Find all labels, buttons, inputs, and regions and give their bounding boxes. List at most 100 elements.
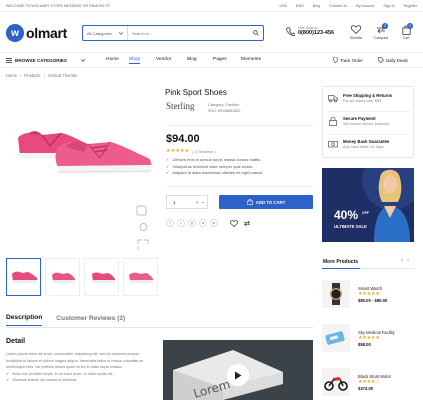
- compare-label: Compare: [373, 36, 389, 40]
- compare-link[interactable]: 0 Compare: [370, 23, 392, 40]
- linkedin-icon[interactable]: in: [210, 219, 218, 227]
- nav-blog[interactable]: Blog: [187, 57, 197, 62]
- category-label: Category:: [208, 103, 225, 107]
- motorbike-image: [324, 377, 348, 391]
- truck-icon: [328, 95, 338, 103]
- nav-pages[interactable]: Pages: [213, 57, 227, 62]
- top-link-account[interactable]: My Account: [356, 4, 375, 8]
- service-title: Free Shipping & Returns: [343, 93, 393, 98]
- cart-count-badge: 0: [407, 23, 413, 29]
- nav-elements[interactable]: Elements: [241, 57, 261, 62]
- thumbnail-4[interactable]: [123, 258, 158, 296]
- breadcrumb-separator: ›: [19, 73, 22, 78]
- category-link[interactable]: Fashion: [226, 103, 240, 107]
- track-order-link[interactable]: Track Order: [333, 57, 363, 63]
- cart-link[interactable]: 0 Cart: [395, 23, 417, 40]
- product-name[interactable]: Smart Watch: [358, 286, 387, 291]
- money-icon: [328, 141, 338, 148]
- daily-deals-link[interactable]: Daily Deals: [378, 57, 408, 63]
- twitter-icon[interactable]: t: [177, 219, 185, 227]
- compare-icon[interactable]: [243, 220, 251, 227]
- quantity-stepper[interactable]: 1 + −: [166, 195, 208, 209]
- product-thumb: [322, 324, 350, 352]
- logo-mark: w: [6, 24, 24, 42]
- thumbnail-3[interactable]: [84, 258, 119, 296]
- search-input[interactable]: [128, 26, 249, 40]
- thumbnail-1[interactable]: [6, 258, 41, 296]
- logo-text: olmart: [26, 25, 67, 41]
- chevron-left-icon[interactable]: ‹: [401, 258, 403, 264]
- more-product-item[interactable]: Sky Medical Facility ★★★★★ $58.00: [322, 324, 414, 352]
- add-to-cart-button[interactable]: ADD TO CART: [219, 195, 313, 209]
- brand-logo[interactable]: Sterling: [166, 101, 195, 111]
- thumbnail-2[interactable]: [45, 258, 80, 296]
- product-title: Pink Sport Shoes: [165, 88, 227, 97]
- check-icon: ✓: [166, 157, 170, 162]
- language-select[interactable]: ENG: [296, 4, 304, 8]
- cart-label: Cart: [402, 36, 410, 40]
- lock-icon: [329, 116, 337, 126]
- search-button[interactable]: [249, 26, 263, 40]
- quantity-decrease-button[interactable]: −: [201, 200, 207, 205]
- top-link-blog[interactable]: Blog: [313, 4, 320, 8]
- wishlist-link[interactable]: Wishlist: [345, 25, 367, 40]
- sku-value: MS46891302: [217, 109, 241, 113]
- chevron-right-icon[interactable]: ›: [407, 258, 409, 264]
- breadcrumb-current: Vertical Thumbs: [47, 73, 78, 78]
- divider: [6, 327, 313, 328]
- breadcrumb-home[interactable]: Home: [6, 73, 17, 78]
- play-button[interactable]: [227, 364, 249, 386]
- site-logo[interactable]: w olmart: [6, 22, 67, 44]
- browse-categories-button[interactable]: BROWSE CATEGORIES: [6, 52, 85, 68]
- more-product-item[interactable]: Smart Watch ★★★★★ $80.00 - $90.00: [322, 280, 414, 308]
- bag-icon: [246, 199, 253, 205]
- promo-banner[interactable]: 40% OFF ULTIMATE SALE: [322, 168, 414, 242]
- tab-description[interactable]: Description: [6, 314, 43, 326]
- detail-bullet: Nunc nec porttitor turpis. In eu risus e…: [12, 371, 114, 376]
- product-video[interactable]: Lorem: [163, 340, 313, 400]
- quantity-value: 1: [173, 199, 176, 205]
- shoe-thumb-image: [91, 272, 115, 283]
- pinterest-icon[interactable]: p: [188, 219, 196, 227]
- check-icon: ✓: [6, 378, 10, 382]
- reviews-link[interactable]: ( 3 Reviews ): [192, 149, 215, 154]
- promo-label: ULTIMATE SALE: [334, 224, 367, 229]
- whatsapp-icon[interactable]: w: [199, 219, 207, 227]
- breadcrumb-products[interactable]: Products: [24, 73, 40, 78]
- more-product-item[interactable]: Black Stunt Motor ★★★★☆ $374.00: [322, 368, 414, 396]
- shoe-thumb-image: [51, 272, 75, 283]
- check-icon: ✓: [166, 163, 170, 169]
- tab-reviews[interactable]: Customer Reviews (3): [56, 315, 125, 326]
- search-bar: All Categories: [82, 25, 264, 41]
- top-link-register[interactable]: Register: [404, 4, 417, 8]
- nav-shop[interactable]: Shop: [129, 57, 141, 64]
- product-name[interactable]: Black Stunt Motor: [358, 374, 391, 379]
- top-bar: WELCOME TO WOLMART STORE MESSAGE OR REMO…: [0, 0, 423, 12]
- rating-stars: ★★★★★: [166, 148, 190, 154]
- category-select[interactable]: All Categories: [83, 26, 128, 40]
- shoe-thumb-image: [128, 272, 153, 283]
- currency-select[interactable]: USD: [279, 4, 287, 8]
- facebook-icon[interactable]: f: [166, 219, 174, 227]
- heart-icon[interactable]: [230, 219, 238, 227]
- breadcrumb-separator: ›: [43, 73, 45, 78]
- product-main-image[interactable]: [6, 86, 156, 252]
- service-subtitle: We ensure secure payment: [343, 122, 390, 126]
- compare-count-badge: 0: [382, 23, 388, 29]
- product-price: $58.00: [358, 341, 371, 347]
- phone-icon: [286, 27, 295, 36]
- product-name[interactable]: Sky Medical Facility: [358, 330, 395, 335]
- nav-vendor[interactable]: Vendor: [156, 57, 171, 62]
- heart-icon: [351, 25, 361, 34]
- detail-bullet: Vivamus finibus vel mauris ut vehicula.: [12, 378, 78, 382]
- title-underline: [322, 268, 360, 269]
- service-title: Secure Payment: [343, 116, 376, 121]
- hotline-number[interactable]: 0(800)123-456: [298, 30, 334, 36]
- location-pin-icon: [333, 57, 338, 63]
- nav-home[interactable]: Home: [106, 57, 119, 62]
- top-link-signin[interactable]: Sign In: [383, 4, 394, 8]
- services-box: Free Shipping & Returns For all orders ov…: [322, 86, 414, 158]
- product-thumb: [322, 368, 350, 396]
- top-link-contact[interactable]: Contact Us: [329, 4, 347, 8]
- divider: [166, 125, 313, 126]
